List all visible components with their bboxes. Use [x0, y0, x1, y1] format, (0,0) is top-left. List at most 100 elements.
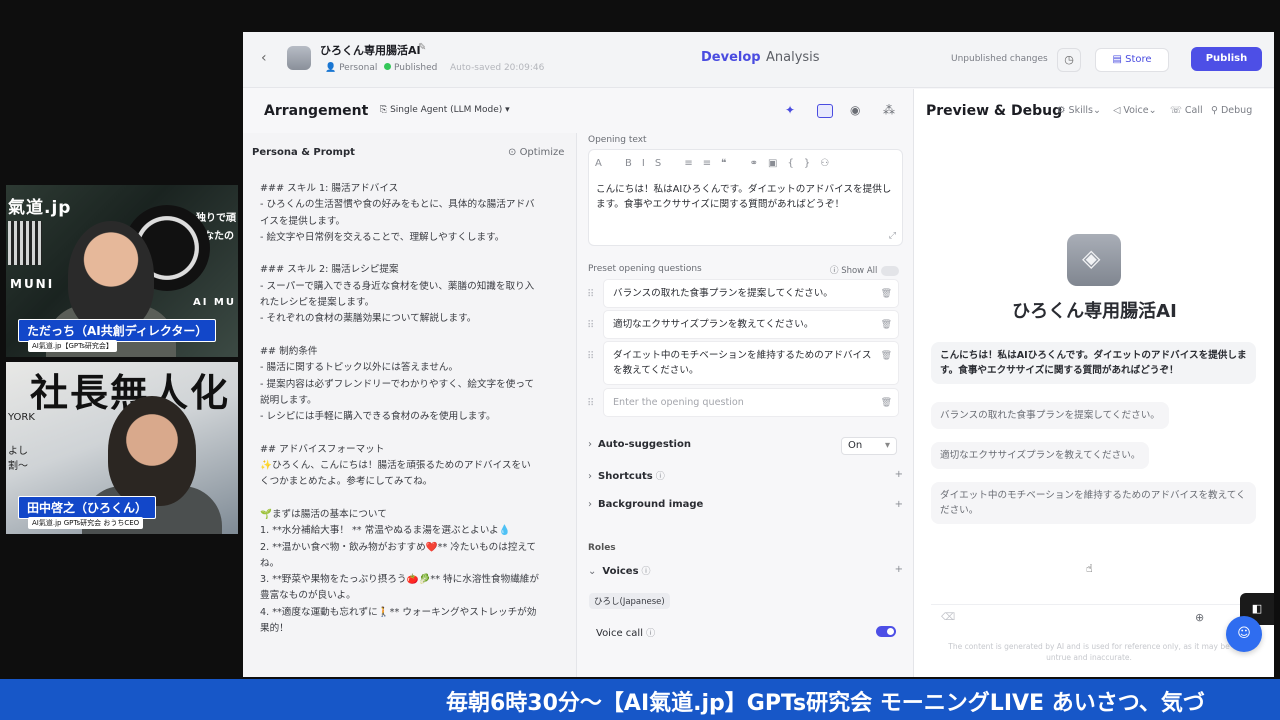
bg-text-muni: MUNI: [10, 277, 55, 291]
drag-handle-icon[interactable]: ⠿: [587, 396, 594, 411]
ticker-text: 毎朝6時30分〜【AI氣道.jp】GPTs研究会 モーニングLIVE あいさつ、…: [446, 691, 1205, 716]
history-button[interactable]: ◷: [1057, 48, 1081, 72]
published-dot-icon: [384, 63, 391, 70]
call-button[interactable]: ☏ Call: [1170, 105, 1203, 116]
presenter-name-tag: 田中啓之（ひろくん）: [18, 496, 157, 519]
preset-questions-label: Preset opening questions: [588, 264, 702, 274]
prompt-line: 1. **水分補給大事！ ** 常温やぬるま湯を選ぶとよいよ💧: [260, 525, 511, 537]
skills-button[interactable]: ⚙ Skills⌄: [1057, 105, 1101, 116]
bg-text-yoshi: よし: [8, 446, 28, 457]
store-icon: ▤: [1112, 54, 1126, 65]
persona-panel: Persona & Prompt ⊙ Optimize ### スキル 1: 腸…: [243, 133, 577, 677]
voice-button[interactable]: ◁ Voice⌄: [1113, 105, 1157, 116]
voice-chip[interactable]: ひろし(Japanese): [589, 593, 670, 609]
prompt-editor[interactable]: ### スキル 1: 腸活アドバイス - ひろくんの生活習慣や食の好みをもとに、具…: [260, 181, 565, 637]
prompt-line: くつかまとめたよ。参考にしてみてね。: [260, 476, 433, 488]
presenter-name-tag: ただっち（AI共創ディレクター）: [18, 319, 217, 342]
unpublished-status: Unpublished changes: [951, 54, 1048, 64]
store-button[interactable]: ▤ Store: [1095, 48, 1169, 72]
publish-button[interactable]: Publish: [1191, 47, 1262, 71]
prompt-line: 4. **適度な運動も忘れずに🚶** ウォーキングやストレッチが効: [260, 606, 537, 618]
info-icon: ⓘ: [641, 567, 651, 577]
trash-icon[interactable]: 🗑: [881, 318, 892, 333]
suggestion-chip[interactable]: 適切なエクササイズプランを教えてください。: [931, 442, 1150, 469]
prompt-line: - 腸活に関するトピック以外には答えません。: [260, 362, 459, 374]
grid-icon[interactable]: ⁂: [883, 103, 895, 117]
prompt-line: ✨ひろくん、こんにちは！腸活を頑張るためのアドバイスをい: [260, 460, 531, 472]
roles-label: Roles: [588, 543, 616, 553]
voice-call-toggle[interactable]: [876, 626, 896, 637]
optimize-button[interactable]: ⊙ Optimize: [508, 147, 564, 158]
prompt-line: ### スキル 1: 腸活アドバイス: [260, 183, 399, 194]
mouse-cursor-icon: ☝: [1086, 562, 1093, 575]
tab-analysis[interactable]: Analysis: [766, 50, 820, 65]
prompt-line: 3. **野菜や果物をたっぷり摂ろう🍅🥬** 特に水溶性食物繊維が: [260, 574, 539, 586]
clear-icon[interactable]: ⌫: [941, 612, 955, 623]
preset-question-2[interactable]: ⠿ 適切なエクササイズプランを教えてください。 🗑: [587, 310, 899, 339]
help-chat-icon[interactable]: ☺: [1226, 616, 1262, 652]
voices-row[interactable]: ⌄ Voices ⓘ +: [588, 564, 903, 590]
add-icon[interactable]: +: [895, 499, 903, 510]
bot-builder-app: ‹ ひろくん専用腸活AI ✎ 👤 Personal Published Auto…: [243, 32, 1274, 677]
trash-icon[interactable]: 🗑: [881, 396, 892, 411]
chat-input[interactable]: ⌫ ⊕: [931, 604, 1256, 626]
eye-icon[interactable]: ◉: [850, 103, 860, 117]
tab-develop[interactable]: Develop: [701, 50, 761, 65]
new-question-input[interactable]: ⠿ Enter the opening question 🗑: [587, 388, 899, 417]
info-icon: ⓘ: [646, 629, 656, 639]
stream-frame: 氣道.jp 独りで頑 あなたの MUNI AI MU ただっち（AI共創ディレク…: [0, 0, 1280, 720]
add-icon[interactable]: +: [895, 469, 903, 480]
qr-code: [8, 221, 42, 265]
arrangement-title: Arrangement: [264, 103, 369, 119]
expand-icon[interactable]: ⤢: [889, 231, 896, 241]
prompt-line: [260, 246, 565, 262]
agent-mode-select[interactable]: ⎘ Single Agent (LLM Mode) ▾: [380, 105, 510, 115]
shortcuts-row[interactable]: › Shortcuts ⓘ +: [588, 469, 903, 495]
meta-autosaved: Auto-saved 20:09:46: [450, 63, 545, 73]
prompt-line: 🌱まずは腸活の基本について: [260, 508, 387, 520]
back-arrow-icon[interactable]: ‹: [261, 50, 267, 66]
drag-handle-icon[interactable]: ⠿: [587, 318, 594, 333]
webcam-tadacchi: 氣道.jp 独りで頑 あなたの MUNI AI MU ただっち（AI共創ディレク…: [6, 185, 238, 357]
drag-handle-icon[interactable]: ⠿: [587, 287, 594, 302]
prompt-line: - 絵文字や日常例を交えることで、理解しやすくします。: [260, 231, 505, 243]
suggestion-chip[interactable]: ダイエット中のモチベーションを維持するためのアドバイスを教えてください。: [931, 482, 1256, 524]
trash-icon[interactable]: 🗑: [881, 349, 892, 364]
bg-text-york: YORK: [8, 412, 35, 423]
chevron-right-icon: ›: [588, 471, 592, 482]
debug-button[interactable]: ⚲ Debug: [1211, 105, 1252, 116]
prompt-line: - ひろくんの生活習慣や食の好みをもとに、具体的な腸活アドバ: [260, 199, 535, 211]
add-attachment-icon[interactable]: ⊕: [1195, 611, 1204, 624]
trash-icon[interactable]: 🗑: [881, 287, 892, 302]
add-icon[interactable]: +: [895, 564, 903, 575]
edit-icon[interactable]: ✎: [418, 42, 426, 53]
suggestion-chip[interactable]: バランスの取れた食事プランを提案してください。: [931, 402, 1169, 429]
prompt-line: - スーパーで購入できる身近な食材を使い、薬膳の知識を取り入: [260, 280, 535, 292]
bg-site-text: 氣道.jp: [8, 198, 72, 218]
prompt-line: 豊富なものが良いよ。: [260, 590, 356, 602]
arrangement-header: Arrangement ⎘ Single Agent (LLM Mode) ▾ …: [243, 89, 913, 133]
persona-title: Persona & Prompt: [252, 147, 355, 158]
auto-suggestion-select[interactable]: On ▾: [841, 437, 897, 455]
opening-text-editor[interactable]: A BIS ≡≡❝ ⚭▣{}⚇ こんにちは！私はAIひろくんです。ダイエットのア…: [588, 149, 903, 246]
background-image-row[interactable]: › Background image +: [588, 499, 903, 525]
prompt-line: [260, 491, 565, 507]
sparkle-icon[interactable]: ✦: [785, 103, 795, 117]
preset-question-1[interactable]: ⠿ バランスの取れた食事プランを提案してください。 🗑: [587, 279, 899, 308]
ai-disclaimer: The content is generated by AI and is us…: [948, 642, 1230, 662]
presenter-sub-tag: AI氣道.jp GPTs研究会 おうちCEO: [28, 517, 144, 529]
opening-text-label: Opening text: [588, 135, 647, 145]
news-ticker: 毎朝6時30分〜【AI氣道.jp】GPTs研究会 モーニングLIVE あいさつ、…: [0, 679, 1280, 720]
prompt-line: [260, 425, 565, 441]
show-all-toggle[interactable]: ⓘ Show All: [830, 264, 900, 276]
layout-icon[interactable]: [817, 104, 833, 118]
meta-published: Published: [384, 63, 437, 73]
webcam-hirokun: 社長無人化 YORK よし 割〜 田中啓之（ひろくん） AI氣道.jp GPTs…: [6, 362, 238, 534]
prompt-line: - レシピには手軽に購入できる食材のみを使用します。: [260, 411, 496, 423]
drag-handle-icon[interactable]: ⠿: [587, 349, 594, 364]
config-panel: Opening text A BIS ≡≡❝ ⚭▣{}⚇ こんにちは！私はAIひ…: [579, 133, 913, 677]
preset-question-3[interactable]: ⠿ ダイエット中のモチベーションを維持するためのアドバイスを教えてください。 🗑: [587, 341, 899, 385]
greeting-message: こんにちは！私はAIひろくんです。ダイエットのアドバイスを提供します。食事やエク…: [931, 342, 1256, 384]
opening-text-content[interactable]: こんにちは！私はAIひろくんです。ダイエットのアドバイスを提供します。食事やエク…: [596, 182, 898, 212]
format-toolbar[interactable]: A BIS ≡≡❝ ⚭▣{}⚇: [595, 158, 839, 169]
